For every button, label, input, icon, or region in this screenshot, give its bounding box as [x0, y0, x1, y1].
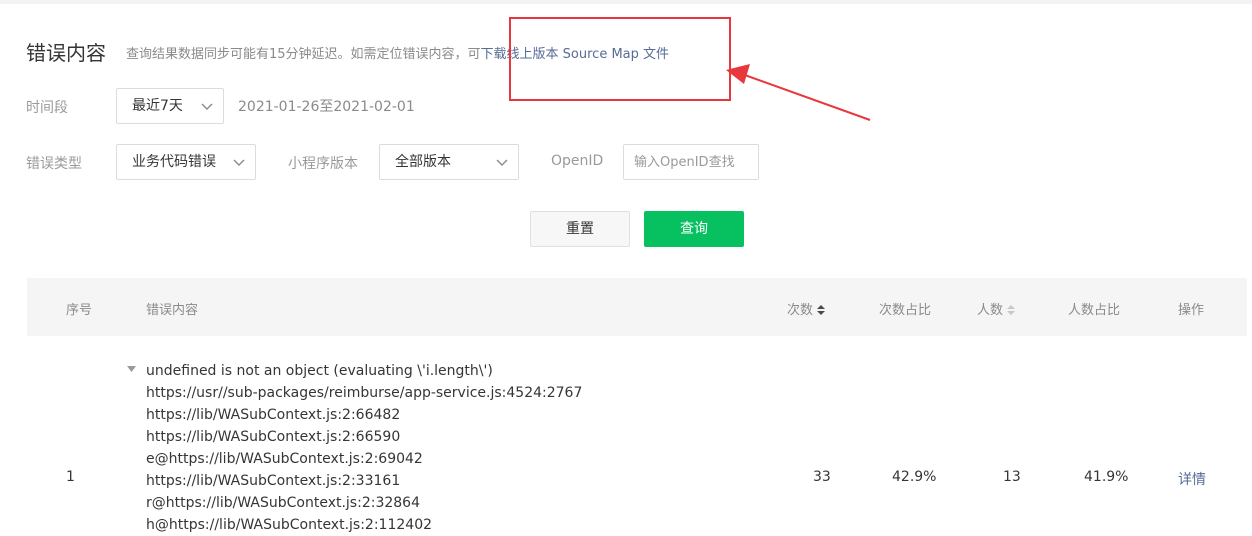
row-count: 33 [813, 469, 831, 485]
version-select[interactable]: 全部版本 [379, 144, 519, 180]
table-row: 1 undefined is not an object (evaluating… [27, 336, 1247, 536]
error-line: undefined is not an object (evaluating \… [146, 363, 493, 379]
row-detail-link-wrap: 详情 [1178, 469, 1206, 489]
row-users-ratio: 41.9% [1084, 469, 1129, 485]
openid-search-input[interactable] [623, 144, 759, 180]
table-header: 序号 错误内容 次数 次数占比 人数 人数占比 操作 [27, 278, 1247, 336]
error-line: https://lib/WASubContext.js:2:66590 [146, 429, 401, 445]
column-users[interactable]: 人数 [977, 299, 1016, 318]
detail-link[interactable]: 详情 [1178, 472, 1206, 488]
error-type-select[interactable]: 业务代码错误 [116, 144, 256, 180]
row-count-ratio: 42.9% [892, 469, 937, 485]
column-users-label: 人数 [977, 303, 1004, 318]
error-line: https://usr//sub-packages/reimburse/app-… [146, 385, 583, 401]
period-select-value: 最近7天 [132, 98, 183, 114]
error-type-select-value: 业务代码错误 [132, 154, 216, 170]
error-type-label: 错误类型 [26, 156, 82, 172]
column-users-ratio: 人数占比 [1068, 303, 1121, 318]
download-sourcemap-link[interactable]: 下载线上版本 Source Map 文件 [481, 47, 669, 62]
error-line: r@https://lib/WASubContext.js:2:32864 [146, 495, 420, 511]
chevron-down-icon [201, 103, 213, 110]
chevron-down-icon [233, 159, 245, 166]
column-count-ratio: 次数占比 [879, 303, 932, 318]
column-count-label: 次数 [787, 303, 814, 318]
column-count[interactable]: 次数 [787, 299, 826, 318]
error-line: h@https://lib/WASubContext.js:2:112402 [146, 517, 433, 533]
version-select-value: 全部版本 [395, 154, 451, 170]
error-line: https://lib/WASubContext.js:2:33161 [146, 473, 401, 489]
error-content: undefined is not an object (evaluating \… [146, 360, 582, 536]
column-operation: 操作 [1178, 303, 1205, 318]
caret-down-icon[interactable] [127, 366, 136, 372]
sort-icon [817, 304, 826, 315]
top-divider [0, 0, 1252, 4]
period-select[interactable]: 最近7天 [116, 88, 224, 124]
annotation-arrow-icon [726, 64, 871, 121]
hint-text: 查询结果数据同步可能有15分钟延迟。如需定位错误内容，可 [126, 47, 481, 62]
date-range: 2021-01-26至2021-02-01 [238, 99, 415, 115]
row-users: 13 [1003, 469, 1021, 485]
chevron-down-icon [496, 159, 508, 166]
query-button[interactable]: 查询 [644, 211, 744, 247]
period-label: 时间段 [26, 100, 68, 116]
sort-icon [1007, 304, 1016, 315]
column-index: 序号 [66, 303, 93, 318]
openid-label: OpenID [551, 153, 604, 169]
reset-button[interactable]: 重置 [530, 211, 630, 247]
error-line: e@https://lib/WASubContext.js:2:69042 [146, 451, 423, 467]
page-hint: 查询结果数据同步可能有15分钟延迟。如需定位错误内容，可下载线上版本 Sourc… [126, 43, 669, 62]
column-content: 错误内容 [146, 303, 199, 318]
page-title: 错误内容 [26, 41, 106, 65]
row-index: 1 [66, 469, 75, 485]
error-line: https://lib/WASubContext.js:2:66482 [146, 407, 401, 423]
version-label: 小程序版本 [288, 156, 358, 172]
